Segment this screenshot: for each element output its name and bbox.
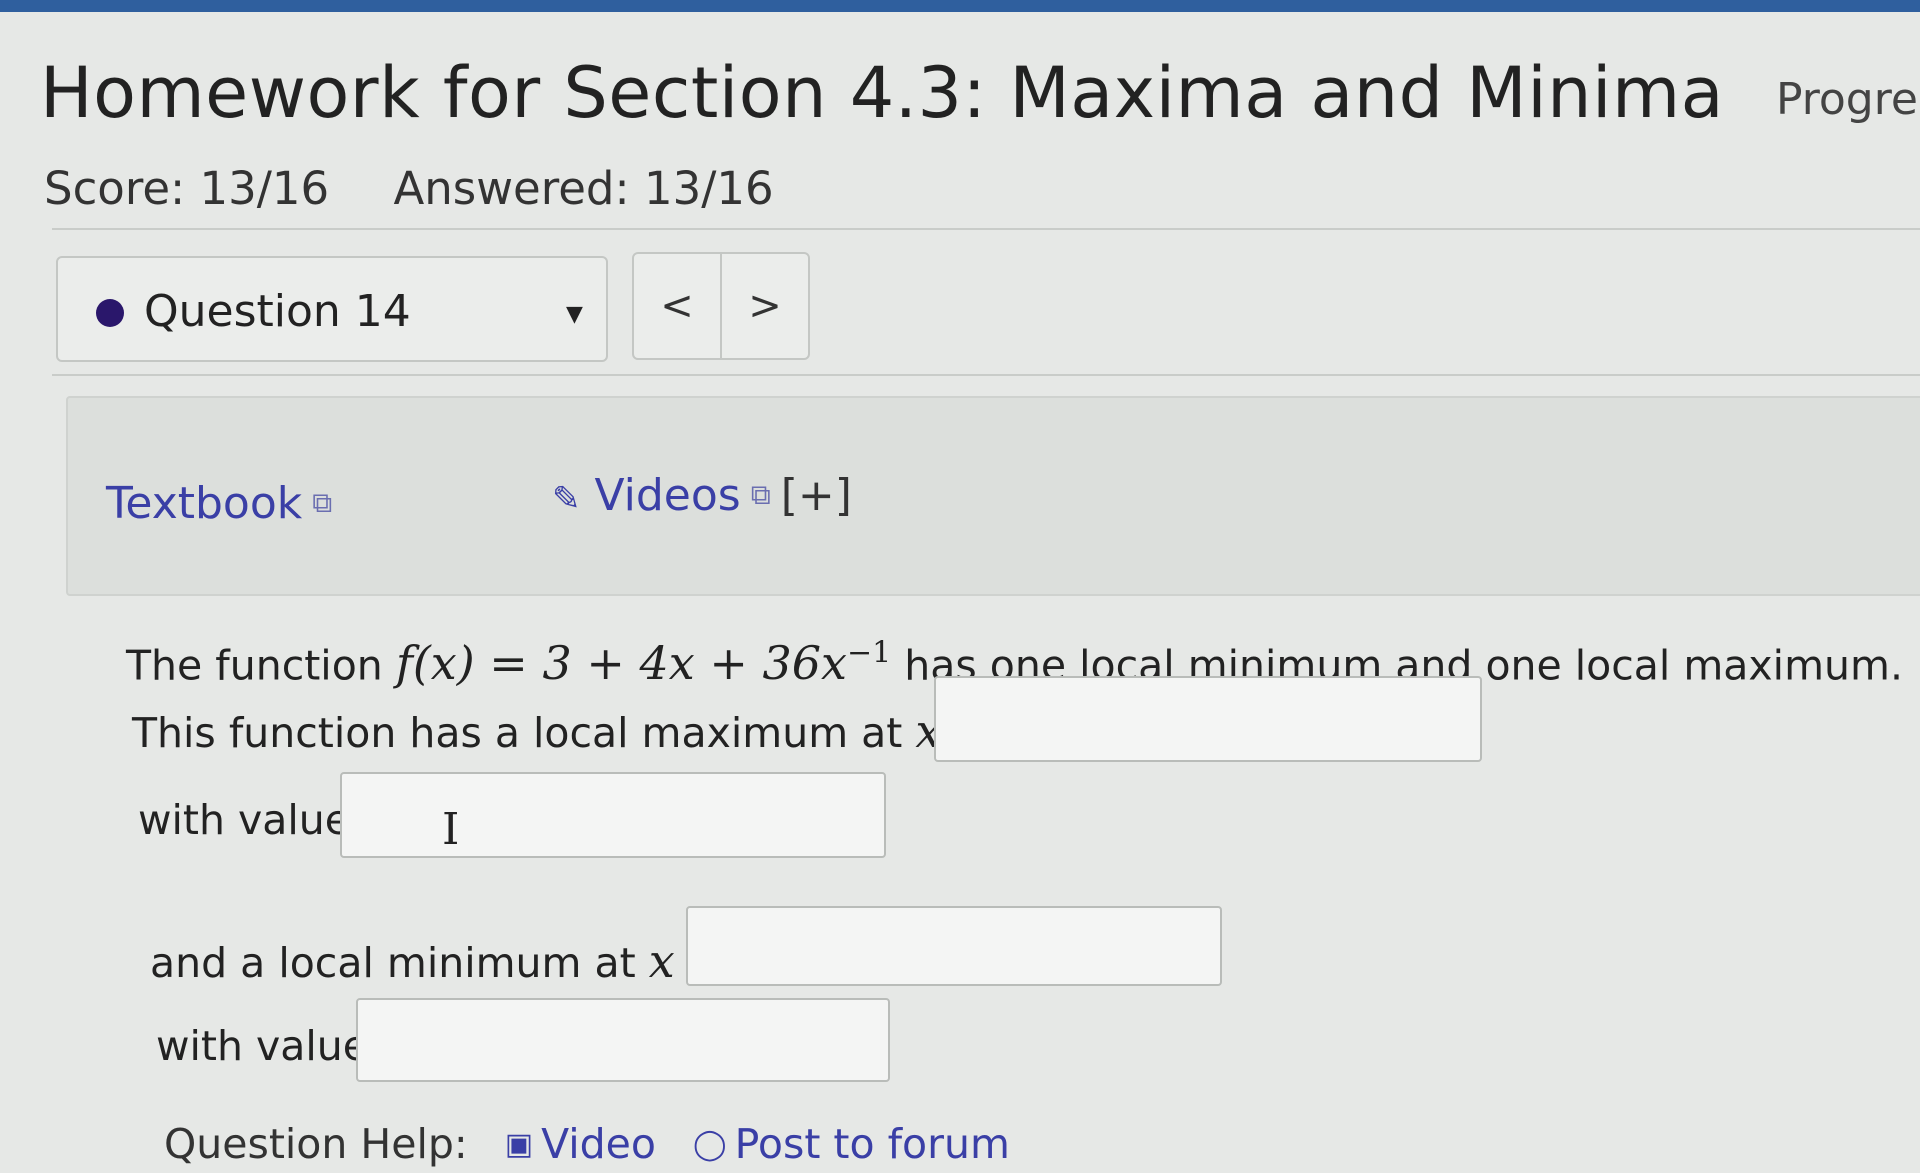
divider	[52, 374, 1920, 376]
expand-toggle[interactable]: [+]	[781, 470, 852, 521]
function-formula: f(x) = 3 + 4x + 36x−1	[395, 636, 892, 691]
local-max-value-input[interactable]: I	[340, 772, 886, 858]
local-max-x-input[interactable]	[934, 676, 1482, 762]
local-max-value-label: with value	[138, 796, 351, 844]
question-status-dot	[96, 299, 124, 327]
help-video-link[interactable]: ▣ Video	[505, 1120, 656, 1168]
function-exponent: −1	[847, 636, 892, 671]
previous-question-button[interactable]: <	[634, 254, 720, 358]
question-select[interactable]: Question 14 ▼	[56, 256, 608, 362]
answered-text: Answered: 13/16	[393, 162, 774, 215]
textbook-link-label: Textbook	[106, 478, 303, 529]
videos-link[interactable]: ✎ Videos ⧉ [+]	[552, 470, 852, 521]
divider	[52, 228, 1920, 230]
local-min-value-label: with value	[156, 1022, 369, 1070]
external-link-icon: ⧉	[750, 478, 771, 511]
local-min-x-input[interactable]	[686, 906, 1222, 986]
next-question-button[interactable]: >	[720, 254, 808, 358]
external-link-icon: ⧉	[312, 486, 333, 519]
chat-bubble-icon: ◯	[693, 1127, 727, 1162]
textbook-link[interactable]: Textbook ⧉	[106, 478, 332, 529]
progress-label[interactable]: Progres	[1776, 74, 1920, 125]
question-nav-buttons: < >	[632, 252, 810, 360]
paperclip-icon: ✎	[552, 479, 581, 519]
videos-link-label: Videos	[594, 470, 741, 521]
top-bar	[0, 0, 1920, 12]
question-select-label: Question 14	[144, 286, 411, 337]
score-text: Score: 13/16	[44, 162, 330, 215]
local-min-prompt: and a local minimum at x =	[150, 934, 728, 988]
score-summary: Score: 13/16 Answered: 13/16	[44, 162, 824, 215]
caret-down-icon: ▼	[566, 302, 583, 327]
text-cursor-icon: I	[442, 804, 460, 855]
page-title: Homework for Section 4.3: Maxima and Min…	[40, 52, 1725, 134]
post-to-forum-link[interactable]: ◯ Post to forum	[693, 1120, 1010, 1168]
question-help-label: Question Help:	[164, 1120, 468, 1168]
video-icon: ▣	[504, 1127, 534, 1162]
local-min-value-input[interactable]	[356, 998, 890, 1082]
question-help: Question Help: ▣ Video ◯ Post to forum	[164, 1120, 1010, 1168]
statement-prefix: The function	[126, 641, 383, 690]
local-max-prompt: This function has a local maximum at x =	[132, 704, 995, 758]
resources-panel: Textbook ⧉ ✎ Videos ⧉ [+]	[66, 396, 1920, 596]
